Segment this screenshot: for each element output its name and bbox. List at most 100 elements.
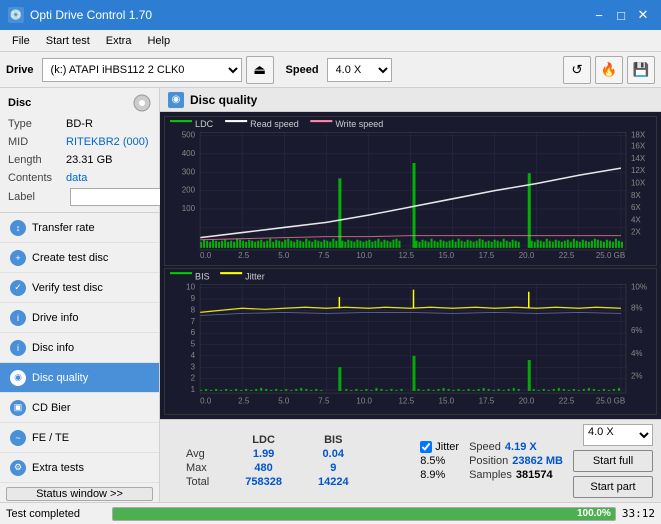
progress-bar-container: 100.0% (112, 507, 616, 521)
contents-value: data (66, 170, 87, 186)
status-window-button[interactable]: Status window >> (6, 487, 153, 501)
window-controls: − □ ✕ (589, 5, 653, 25)
stats-max-bis: 9 (300, 461, 367, 475)
save-button[interactable]: 💾 (627, 56, 655, 84)
sidebar-item-disc-quality[interactable]: ◉ Disc quality (0, 363, 159, 393)
svg-text:10X: 10X (631, 178, 646, 187)
cd-bier-icon: ▣ (10, 400, 26, 416)
content-area: ◉ Disc quality LDC Read speed Write spee… (160, 88, 661, 502)
svg-text:2: 2 (191, 374, 196, 383)
svg-text:200: 200 (182, 186, 196, 195)
jitter-label: Jitter (435, 441, 459, 453)
menu-help[interactable]: Help (139, 33, 178, 49)
disc-quality-icon: ◉ (10, 370, 26, 386)
sidebar-item-disc-info[interactable]: i Disc info (0, 333, 159, 363)
svg-text:0.0: 0.0 (200, 251, 212, 260)
disc-header: Disc (8, 94, 151, 112)
sidebar-item-label-drive-info: Drive info (32, 312, 78, 324)
svg-text:2.5: 2.5 (238, 251, 250, 260)
disc-info-icon: i (10, 340, 26, 356)
svg-text:7.5: 7.5 (318, 251, 330, 260)
menu-start-test[interactable]: Start test (38, 33, 98, 49)
quality-speed-select[interactable]: 4.0 X (583, 424, 653, 446)
sidebar-item-cd-bier[interactable]: ▣ CD Bier (0, 393, 159, 423)
svg-text:Jitter: Jitter (245, 271, 265, 281)
svg-text:Read speed: Read speed (250, 119, 299, 129)
svg-text:4X: 4X (631, 215, 641, 224)
burn-icon-button[interactable]: 🔥 (595, 56, 623, 84)
minimize-button[interactable]: − (589, 5, 609, 25)
title-bar-left: 💿 Opti Drive Control 1.70 (8, 7, 152, 23)
stats-header-empty (168, 433, 227, 447)
sidebar-item-drive-info[interactable]: i Drive info (0, 303, 159, 333)
svg-text:15.0: 15.0 (439, 251, 455, 260)
disc-mid-row: MID RITEKBR2 (000) (8, 134, 151, 150)
stats-total-ldc: 758328 (227, 475, 300, 489)
jitter-area: Jitter 8.5% 8.9% (420, 441, 459, 481)
speed-select[interactable]: 4.0 X 8.0 X 16.0 X (327, 58, 392, 82)
sidebar-item-verify-test-disc[interactable]: ✓ Verify test disc (0, 273, 159, 303)
disc-contents-row: Contents data (8, 170, 151, 186)
svg-text:500: 500 (182, 130, 196, 139)
svg-text:100: 100 (182, 204, 196, 213)
stats-total-row: Total 758328 14224 (168, 475, 367, 489)
sidebar-item-transfer-rate[interactable]: ↕ Transfer rate (0, 213, 159, 243)
chart2-wrapper: BIS Jitter (164, 268, 657, 415)
disc-label: Disc (8, 97, 31, 109)
svg-text:22.5: 22.5 (559, 397, 575, 406)
chart2-svg: BIS Jitter (165, 269, 656, 414)
svg-text:8X: 8X (631, 191, 641, 200)
progress-bar: 100.0% (113, 508, 615, 520)
right-controls: 4.0 X Start full Start part (573, 424, 653, 498)
menu-bar: File Start test Extra Help (0, 30, 661, 52)
stats-max-row: Max 480 9 (168, 461, 367, 475)
refresh-button[interactable]: ↺ (563, 56, 591, 84)
svg-text:10.0: 10.0 (356, 397, 372, 406)
fe-te-icon: ~ (10, 430, 26, 446)
stats-max-label: Max (168, 461, 227, 475)
position-row: Position 23862 MB (469, 455, 563, 467)
sidebar-item-create-test-disc[interactable]: + Create test disc (0, 243, 159, 273)
svg-text:15.0: 15.0 (439, 397, 455, 406)
svg-text:2X: 2X (631, 228, 641, 237)
svg-text:12.5: 12.5 (398, 397, 414, 406)
drive-label: Drive (6, 64, 34, 76)
svg-text:7.5: 7.5 (318, 397, 330, 406)
contents-label: Contents (8, 170, 66, 186)
eject-button[interactable]: ⏏ (246, 56, 274, 84)
svg-text:7: 7 (191, 317, 196, 326)
start-full-button[interactable]: Start full (573, 450, 653, 472)
samples-row: Samples 381574 (469, 469, 563, 481)
svg-text:LDC: LDC (195, 119, 213, 129)
menu-file[interactable]: File (4, 33, 38, 49)
svg-text:8: 8 (191, 306, 196, 315)
drive-select[interactable]: (k:) ATAPI iHBS112 2 CLK0 (42, 58, 242, 82)
menu-extra[interactable]: Extra (98, 33, 140, 49)
main-area: Disc Type BD-R MID RITEKBR2 (000) Length… (0, 88, 661, 502)
svg-text:1: 1 (191, 385, 196, 394)
position-label: Position (469, 455, 508, 467)
svg-text:6: 6 (191, 328, 196, 337)
svg-text:5.0: 5.0 (278, 397, 290, 406)
svg-text:0.0: 0.0 (200, 397, 212, 406)
jitter-avg: 8.5% (420, 455, 459, 467)
app-title: Opti Drive Control 1.70 (30, 8, 152, 22)
disc-icon (133, 94, 151, 112)
start-part-button[interactable]: Start part (573, 476, 653, 498)
maximize-button[interactable]: □ (611, 5, 631, 25)
svg-text:5: 5 (191, 340, 196, 349)
stats-avg-bis: 0.04 (300, 447, 367, 461)
type-label: Type (8, 116, 66, 132)
close-button[interactable]: ✕ (633, 5, 653, 25)
svg-text:16X: 16X (631, 142, 646, 151)
sidebar-item-fe-te[interactable]: ~ FE / TE (0, 423, 159, 453)
jitter-checkbox[interactable] (420, 441, 432, 453)
sidebar-item-extra-tests[interactable]: ⚙ Extra tests (0, 453, 159, 483)
mid-label: MID (8, 134, 66, 150)
svg-text:18X: 18X (631, 130, 646, 139)
bottom-bar: Test completed 100.0% 33:12 (0, 502, 661, 524)
svg-text:Write speed: Write speed (335, 119, 383, 129)
toolbar: Drive (k:) ATAPI iHBS112 2 CLK0 ⏏ Speed … (0, 52, 661, 88)
sidebar-item-label-extra-tests: Extra tests (32, 462, 84, 474)
drive-info-icon: i (10, 310, 26, 326)
